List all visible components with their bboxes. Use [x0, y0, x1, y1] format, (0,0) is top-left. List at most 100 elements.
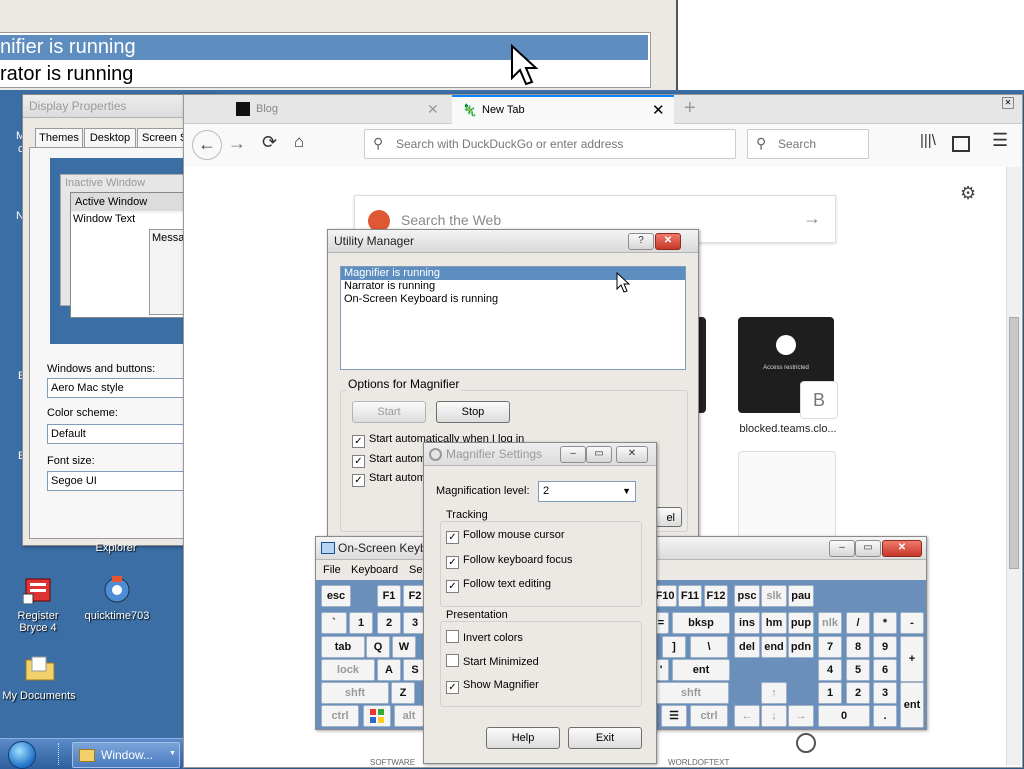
follow-mouse-checkbox[interactable]: ✓ Follow mouse cursor [446, 529, 564, 544]
key-ins[interactable]: ins [734, 612, 760, 634]
stop-button[interactable]: Stop [436, 401, 510, 423]
close-button[interactable]: ✕ [616, 446, 648, 463]
key-numpad-9[interactable]: 9 [873, 636, 897, 658]
key-arrow-up-icon[interactable]: ↑ [761, 682, 787, 704]
tab-close-icon[interactable]: ✕ [652, 101, 665, 119]
key-hm[interactable]: hm [761, 612, 787, 634]
follow-keyboard-checkbox[interactable]: ✓ Follow keyboard focus [446, 554, 572, 569]
maximize-button[interactable]: ▭ [855, 540, 881, 557]
browser-scrollbar[interactable] [1006, 167, 1021, 765]
tab-blog[interactable]: Blog ✕ [224, 97, 444, 121]
minimize-button[interactable]: – [560, 446, 586, 463]
key-del[interactable]: del [734, 636, 760, 658]
show-magnifier-checkbox[interactable]: ✓ Show Magnifier [446, 679, 539, 694]
back-arrow-icon[interactable]: ← [192, 130, 222, 160]
key-a[interactable]: A [377, 659, 401, 681]
key-numpad-3[interactable]: 3 [873, 682, 897, 704]
key-multiply[interactable]: * [873, 612, 897, 634]
reload-icon[interactable]: ⟳ [262, 132, 277, 153]
desktop-icon-quicktime[interactable]: quicktime703 [82, 572, 152, 622]
key-windows-icon[interactable] [363, 705, 391, 727]
forward-arrow-icon[interactable]: → [228, 133, 246, 154]
home-icon[interactable]: ⌂ [294, 132, 304, 152]
key-subtract[interactable]: - [900, 612, 924, 634]
desktop-icon-my-documents[interactable]: My Documents [2, 652, 76, 702]
help-button[interactable]: ? [628, 233, 654, 250]
key-slk[interactable]: slk [761, 585, 787, 607]
key-arrow-left-icon[interactable]: ← [734, 705, 760, 727]
library-icon[interactable]: |||\ [920, 132, 936, 149]
chevron-down-icon[interactable]: ▼ [169, 750, 176, 757]
new-tab-plus-icon[interactable]: + [684, 97, 696, 120]
key-numpad-2[interactable]: 2 [846, 682, 870, 704]
settings-gear-icon[interactable]: ⚙ [960, 183, 976, 204]
menu-keyboard[interactable]: Keyboard [351, 564, 398, 576]
start-minimized-checkbox[interactable]: Start Minimized [446, 654, 539, 669]
key-numpad-1[interactable]: 1 [818, 682, 842, 704]
tab-themes[interactable]: Themes [35, 128, 83, 148]
key-f11[interactable]: F11 [678, 585, 702, 607]
tab-desktop[interactable]: Desktop [84, 128, 136, 148]
key-grave[interactable]: ` [321, 612, 347, 634]
key-nlk[interactable]: nlk [818, 612, 842, 634]
web-search-go-arrow-icon[interactable]: → [803, 208, 821, 229]
chevron-down-icon[interactable]: ▼ [622, 482, 631, 501]
window-close-icon[interactable]: ✕ [1002, 97, 1014, 109]
key-numpad-4[interactable]: 4 [818, 659, 842, 681]
key-alt[interactable]: alt [394, 705, 424, 727]
follow-text-checkbox[interactable]: ✓ Follow text editing [446, 578, 551, 593]
key-numpad-8[interactable]: 8 [846, 636, 870, 658]
menu-file[interactable]: File [323, 564, 341, 576]
menu-icon[interactable]: ☰ [992, 130, 1008, 151]
start-orb-icon[interactable] [8, 741, 36, 769]
key-esc[interactable]: esc [321, 585, 351, 607]
list-item-osk[interactable]: On-Screen Keyboard is running [341, 293, 685, 306]
key-arrow-down-icon[interactable]: ↓ [761, 705, 787, 727]
key-shift-left[interactable]: shft [321, 682, 389, 704]
desktop-icon-register-bryce[interactable]: Register Bryce 4 [2, 572, 74, 636]
utility-manager-titlebar[interactable]: Utility Manager ? ✕ [328, 230, 698, 253]
key-enter[interactable]: ent [672, 659, 730, 681]
utility-list[interactable]: Magnifier is running Narrator is running… [340, 266, 686, 370]
scrollbar-thumb[interactable] [1009, 317, 1019, 569]
help-button[interactable]: Help [486, 727, 560, 749]
close-button[interactable]: ✕ [655, 233, 681, 250]
address-bar[interactable]: ⚲ Search with DuckDuckGo or enter addres… [364, 129, 736, 159]
key-numpad-add[interactable]: + [900, 636, 924, 682]
key-pdn[interactable]: pdn [788, 636, 814, 658]
key-tab[interactable]: tab [321, 636, 365, 658]
key-caps-lock[interactable]: lock [321, 659, 375, 681]
key-numpad-0[interactable]: 0 [818, 705, 870, 727]
key-divide[interactable]: / [846, 612, 870, 634]
key-bksp[interactable]: bksp [672, 612, 730, 634]
magnifier-settings-titlebar[interactable]: Magnifier Settings – ▭ ✕ [424, 443, 656, 466]
taskbar-task-button[interactable]: Window... ▼ [72, 742, 180, 768]
key-psc[interactable]: psc [734, 585, 760, 607]
key-numpad-dot[interactable]: . [873, 705, 897, 727]
key-2[interactable]: 2 [377, 612, 401, 634]
key-q[interactable]: Q [366, 636, 390, 658]
tab-new-tab[interactable]: 🦎 New Tab ✕ [452, 95, 674, 125]
invert-colors-checkbox[interactable]: Invert colors [446, 630, 523, 645]
key-pau[interactable]: pau [788, 585, 814, 607]
key-shift-right[interactable]: shft [653, 682, 729, 704]
key-numpad-6[interactable]: 6 [873, 659, 897, 681]
key-1[interactable]: 1 [349, 612, 373, 634]
top-site-empty-tile[interactable] [738, 451, 836, 549]
start-auto-checkbox-2[interactable]: ✓ Start autom [352, 453, 426, 468]
key-f1[interactable]: F1 [377, 585, 401, 607]
key-pup[interactable]: pup [788, 612, 814, 634]
key-f12[interactable]: F12 [704, 585, 728, 607]
exit-button[interactable]: Exit [568, 727, 642, 749]
menu-settings[interactable]: Se [409, 564, 422, 576]
top-site-tile[interactable]: Access restricted B [738, 317, 838, 419]
list-item-magnifier[interactable]: Magnifier is running [341, 267, 685, 280]
close-button[interactable]: ✕ [882, 540, 922, 557]
key-backslash[interactable]: \ [690, 636, 728, 658]
key-w[interactable]: W [392, 636, 416, 658]
key-arrow-right-icon[interactable]: → [788, 705, 814, 727]
tab-close-icon[interactable]: ✕ [427, 101, 439, 118]
key-numpad-enter[interactable]: ent [900, 682, 924, 728]
sidebar-toggle-icon[interactable] [952, 136, 970, 152]
start-button[interactable]: Start [352, 401, 426, 423]
